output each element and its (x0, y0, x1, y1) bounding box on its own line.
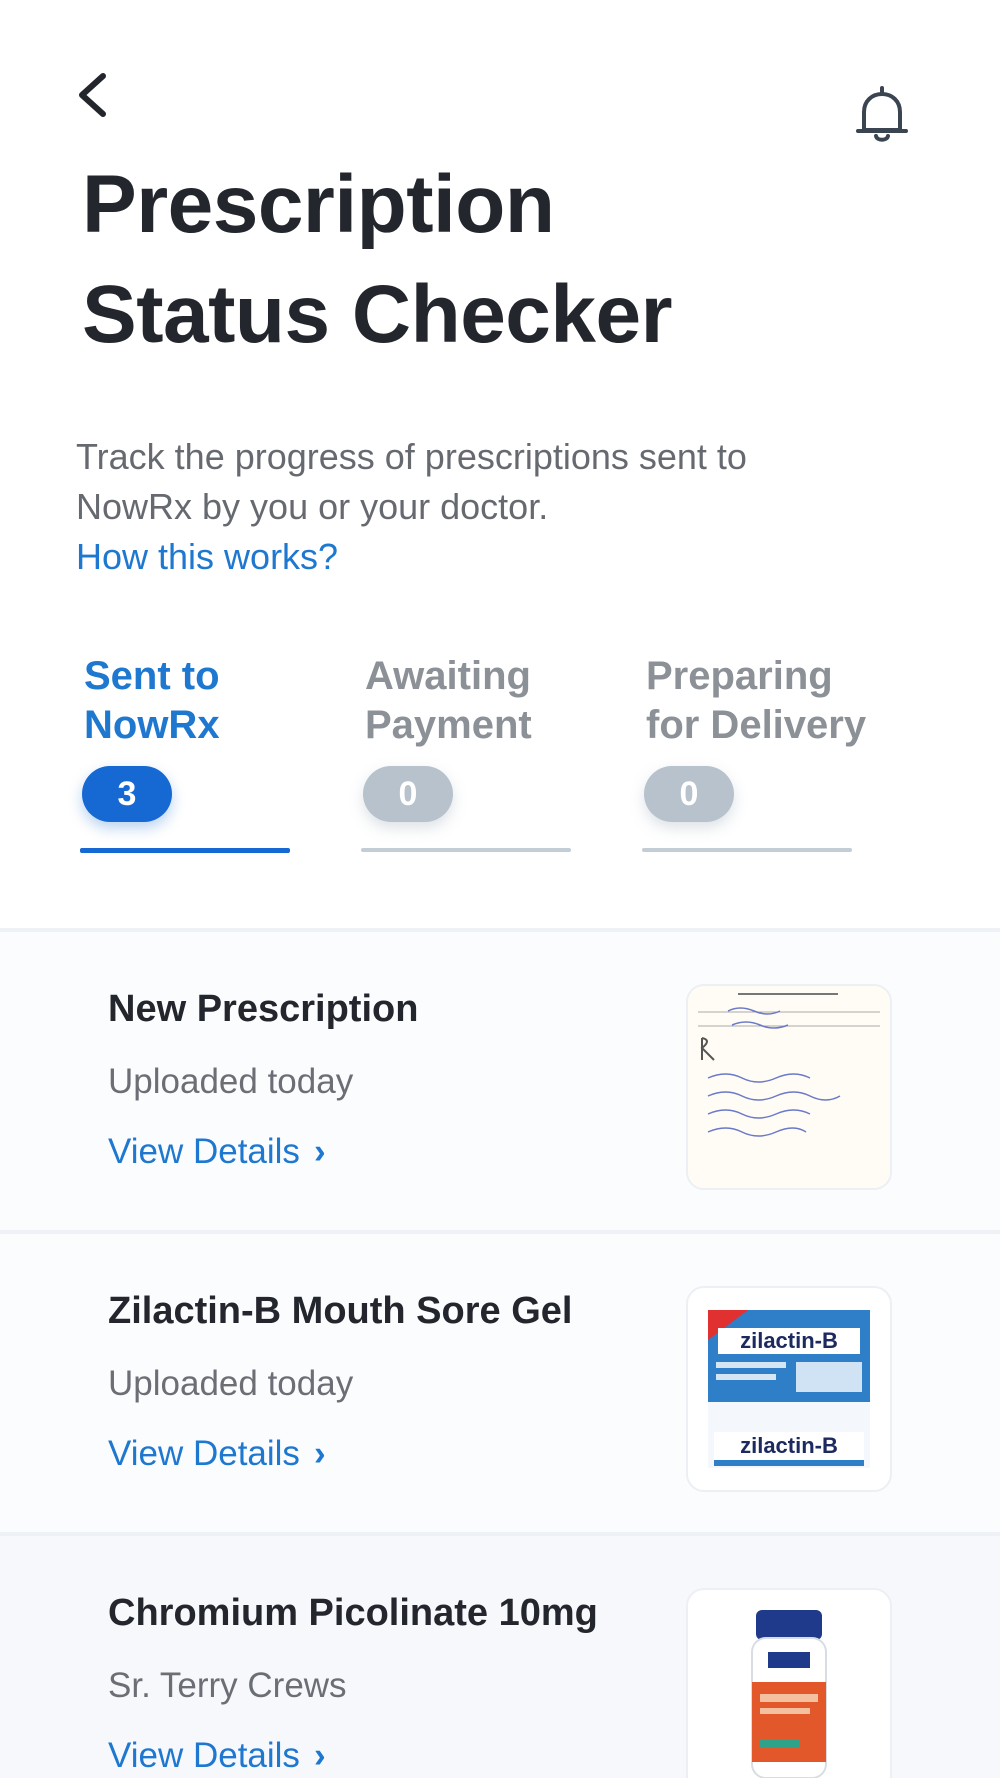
view-details-link[interactable]: View Details › (108, 1434, 326, 1474)
tab-label-line-1: Sent to (84, 654, 220, 698)
view-details-link[interactable]: View Details › (108, 1736, 326, 1776)
tab-label-line-2: Payment (365, 703, 532, 747)
medicine-box-icon: zilactin-B zilactin-B (708, 1310, 870, 1468)
box-brand-text: zilactin-B (740, 1328, 838, 1353)
count-badge: 0 (363, 766, 453, 822)
tab-preparing-for-delivery[interactable]: Preparing for Delivery 0 (642, 652, 872, 852)
tab-label: Awaiting Payment (365, 652, 605, 750)
chevron-left-icon (79, 73, 106, 117)
tab-label-line-2: for Delivery (646, 703, 867, 747)
page-title-line-2: Status Checker (82, 269, 673, 360)
count-badge: 0 (644, 766, 734, 822)
chevron-right-icon: › (313, 1132, 326, 1171)
chevron-right-icon: › (313, 1736, 326, 1775)
tab-underline (361, 848, 571, 852)
prescription-name: New Prescription (108, 988, 419, 1030)
box-brand-text-bottom: zilactin-B (740, 1433, 838, 1458)
tab-label: Sent to NowRx (84, 652, 324, 750)
page-title: Prescription Status Checker (82, 150, 673, 370)
bell-icon (856, 86, 908, 142)
notifications-button[interactable] (850, 84, 914, 148)
prescription-thumbnail[interactable] (686, 984, 892, 1190)
tab-label-line-1: Awaiting (365, 654, 531, 698)
prescription-name: Chromium Picolinate 10mg (108, 1592, 598, 1634)
supplement-bottle-icon (751, 1610, 827, 1778)
back-button[interactable] (70, 70, 120, 120)
how-this-works-link[interactable]: How this works? (76, 532, 338, 582)
view-details-label: View Details (108, 1434, 300, 1473)
tab-label-line-2: NowRx (84, 703, 220, 747)
prescription-list: New Prescription Uploaded today View Det… (0, 928, 1000, 1778)
tab-underline (80, 848, 290, 853)
count-badge: 3 (82, 766, 172, 822)
tab-awaiting-payment[interactable]: Awaiting Payment 0 (361, 652, 591, 852)
prescription-subtitle: Uploaded today (108, 1062, 354, 1101)
prescription-subtitle: Uploaded today (108, 1364, 354, 1403)
prescription-subtitle: Sr. Terry Crews (108, 1666, 347, 1705)
page-description: Track the progress of prescriptions sent… (76, 436, 747, 527)
prescription-card[interactable]: Chromium Picolinate 10mg Sr. Terry Crews… (0, 1532, 1000, 1778)
prescription-thumbnail[interactable]: zilactin-B zilactin-B (686, 1286, 892, 1492)
prescription-thumbnail[interactable] (686, 1588, 892, 1778)
page-title-line-1: Prescription (82, 159, 555, 250)
tab-sent-to-nowrx[interactable]: Sent to NowRx 3 (80, 652, 310, 853)
chevron-right-icon: › (313, 1434, 326, 1473)
prescription-card[interactable]: New Prescription Uploaded today View Det… (0, 928, 1000, 1232)
tab-underline (642, 848, 852, 852)
handwritten-note-icon (688, 986, 890, 1188)
prescription-name: Zilactin-B Mouth Sore Gel (108, 1290, 573, 1332)
view-details-label: View Details (108, 1736, 300, 1775)
tab-label-line-1: Preparing (646, 654, 833, 698)
tab-label: Preparing for Delivery (646, 652, 886, 750)
view-details-label: View Details (108, 1132, 300, 1171)
prescription-card[interactable]: Zilactin-B Mouth Sore Gel Uploaded today… (0, 1230, 1000, 1534)
view-details-link[interactable]: View Details › (108, 1132, 326, 1172)
